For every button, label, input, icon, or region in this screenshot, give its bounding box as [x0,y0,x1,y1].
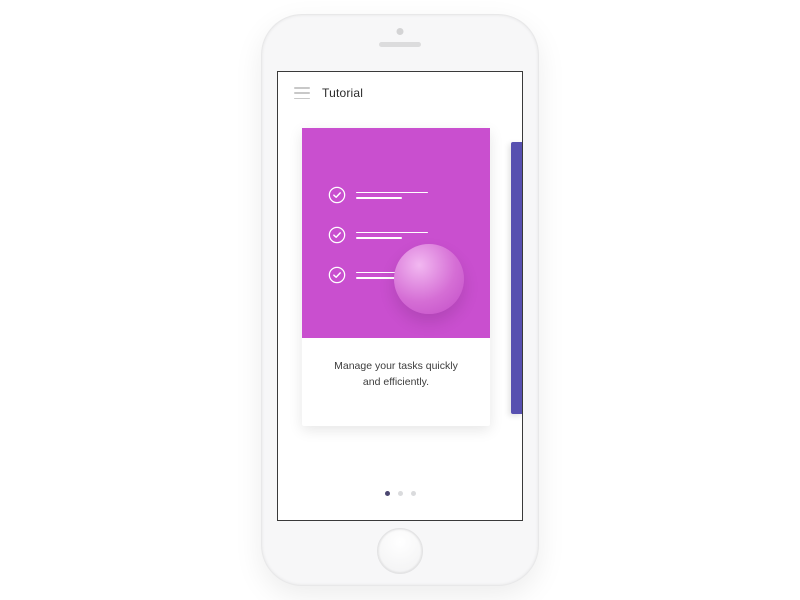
page-title: Tutorial [322,86,363,100]
app-screen: Tutorial [277,71,523,521]
tutorial-carousel[interactable]: Manage your tasks quicklyand efficiently… [278,128,522,468]
check-circle-icon [328,226,346,244]
app-header: Tutorial [278,72,522,108]
check-circle-icon [328,266,346,284]
card-caption: Manage your tasks quicklyand efficiently… [302,338,490,391]
home-button[interactable] [377,528,423,574]
tutorial-card[interactable]: Manage your tasks quicklyand efficiently… [302,128,490,426]
phone-frame: Tutorial [262,15,538,585]
phone-camera-dot [397,28,404,35]
next-card-peek[interactable] [511,142,523,414]
text-line-icon [356,192,428,199]
sphere-icon [394,244,464,314]
page-indicator [278,491,522,496]
page-dot-1[interactable] [385,491,390,496]
page-dot-3[interactable] [411,491,416,496]
card-illustration [302,128,490,338]
check-circle-icon [328,186,346,204]
menu-icon[interactable] [294,87,310,99]
page-dot-2[interactable] [398,491,403,496]
text-line-icon [356,232,428,239]
phone-speaker [379,42,421,47]
